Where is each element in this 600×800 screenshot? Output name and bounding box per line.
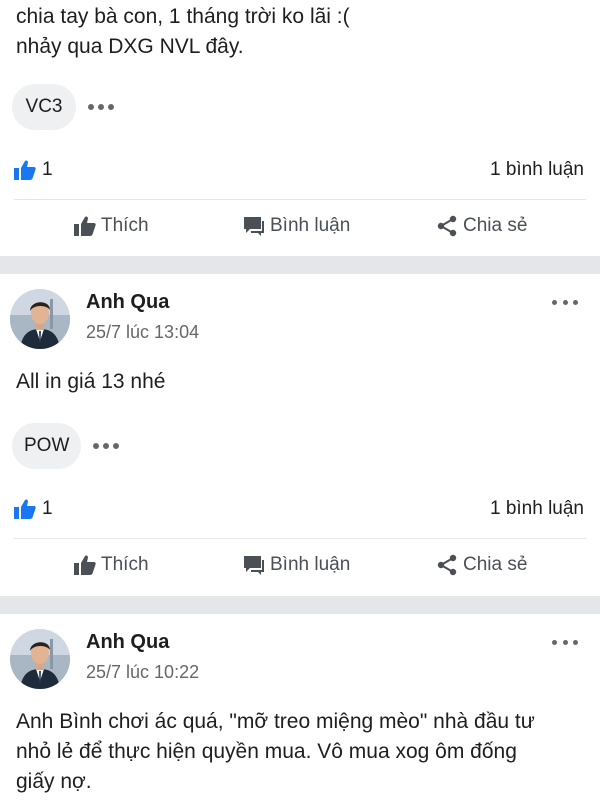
stock-tag[interactable]: VC3 bbox=[12, 84, 76, 130]
comment-label: Bình luận bbox=[270, 215, 351, 236]
post-divider bbox=[0, 256, 600, 274]
separator bbox=[14, 199, 586, 200]
post-3: Anh Qua 25/7 lúc 10:22 Anh Bình chơi ác … bbox=[0, 614, 600, 800]
post-divider bbox=[0, 596, 600, 614]
author-name[interactable]: Anh Qua bbox=[86, 631, 169, 654]
tag-row: POW bbox=[12, 423, 120, 469]
avatar-photo bbox=[10, 629, 70, 689]
thumbs-up-outline-icon bbox=[74, 216, 96, 236]
like-count[interactable]: 1 bbox=[14, 159, 53, 181]
post-1: chia tay bà con, 1 tháng trời ko lãi :( … bbox=[0, 0, 600, 256]
more-icon[interactable] bbox=[88, 102, 114, 112]
share-icon bbox=[437, 215, 457, 237]
avatar-photo bbox=[10, 289, 70, 349]
like-number: 1 bbox=[42, 159, 53, 180]
share-label: Chia sẻ bbox=[463, 554, 528, 575]
comment-icon bbox=[244, 556, 264, 575]
like-count[interactable]: 1 bbox=[14, 498, 53, 520]
comment-count[interactable]: 1 bình luận bbox=[490, 159, 584, 181]
post-time[interactable]: 25/7 lúc 13:04 bbox=[86, 322, 199, 343]
avatar[interactable] bbox=[10, 629, 70, 689]
like-number: 1 bbox=[42, 498, 53, 519]
like-label: Thích bbox=[101, 554, 149, 575]
thumbs-up-outline-icon bbox=[74, 555, 96, 575]
avatar[interactable] bbox=[10, 289, 70, 349]
post-text: All in giá 13 nhé bbox=[16, 370, 166, 393]
thumbs-up-icon bbox=[14, 499, 36, 519]
action-bar: Thích Bình luận Chia sẻ bbox=[0, 215, 600, 255]
post-text: chia tay bà con, 1 tháng trời ko lãi :( … bbox=[16, 5, 350, 58]
like-label: Thích bbox=[101, 215, 149, 236]
post-stats: 1 1 bình luận bbox=[0, 157, 600, 187]
post-stats: 1 1 bình luận bbox=[0, 496, 600, 526]
comment-button[interactable]: Bình luận bbox=[243, 554, 350, 576]
tag-row: VC3 bbox=[12, 84, 114, 130]
like-button[interactable]: Thích bbox=[74, 215, 149, 237]
comment-button[interactable]: Bình luận bbox=[243, 215, 350, 237]
post-options-icon[interactable] bbox=[552, 637, 578, 647]
separator bbox=[14, 538, 586, 539]
post-options-icon[interactable] bbox=[552, 297, 578, 307]
comment-count[interactable]: 1 bình luận bbox=[490, 498, 584, 520]
more-icon[interactable] bbox=[93, 441, 120, 451]
action-bar: Thích Bình luận Chia sẻ bbox=[0, 554, 600, 594]
share-label: Chia sẻ bbox=[463, 215, 528, 236]
comment-label: Bình luận bbox=[270, 554, 351, 575]
share-icon bbox=[437, 554, 457, 576]
thumbs-up-icon bbox=[14, 160, 36, 180]
like-button[interactable]: Thích bbox=[74, 554, 149, 576]
share-button[interactable]: Chia sẻ bbox=[436, 215, 527, 237]
share-button[interactable]: Chia sẻ bbox=[436, 554, 527, 576]
stock-tag[interactable]: POW bbox=[12, 423, 82, 469]
post-time[interactable]: 25/7 lúc 10:22 bbox=[86, 662, 199, 683]
post-2: Anh Qua 25/7 lúc 13:04 All in giá 13 nhé… bbox=[0, 274, 600, 596]
comment-icon bbox=[244, 217, 264, 236]
post-text: Anh Bình chơi ác quá, "mỡ treo miệng mèo… bbox=[16, 710, 535, 793]
author-name[interactable]: Anh Qua bbox=[86, 291, 169, 314]
